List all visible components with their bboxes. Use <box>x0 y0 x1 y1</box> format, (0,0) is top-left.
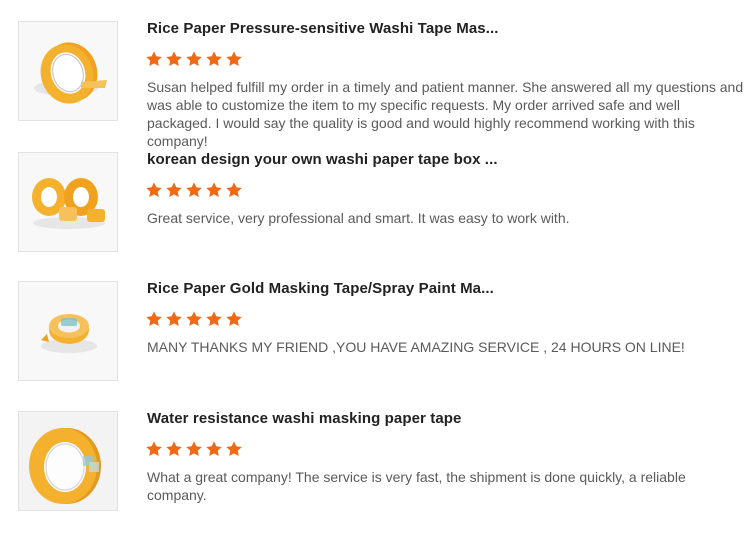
star-icon <box>146 441 162 457</box>
star-icon <box>226 441 242 457</box>
star-rating <box>145 50 243 70</box>
tape-roll-image <box>19 22 117 120</box>
star-rating <box>145 181 243 201</box>
product-title[interactable]: Rice Paper Gold Masking Tape/Spray Paint… <box>147 280 494 297</box>
star-icon <box>226 51 242 67</box>
review-comment: MANY THANKS MY FRIEND ,YOU HAVE AMAZING … <box>147 339 685 355</box>
star-icon <box>166 51 182 67</box>
star-icon <box>166 311 182 327</box>
star-icon <box>226 311 242 327</box>
product-title[interactable]: korean design your own washi paper tape … <box>147 151 498 168</box>
product-thumbnail[interactable] <box>18 21 118 121</box>
star-icon <box>186 182 202 198</box>
tape-roll-image <box>19 282 117 380</box>
product-thumbnail[interactable] <box>18 281 118 381</box>
tape-rolls-image <box>19 153 117 251</box>
tape-roll-image <box>19 412 117 510</box>
review-comment: What a great company! The service is ver… <box>147 469 686 503</box>
star-icon <box>146 51 162 67</box>
star-icon <box>206 182 222 198</box>
star-icon <box>226 182 242 198</box>
star-icon <box>146 182 162 198</box>
review-comment: Great service, very professional and sma… <box>147 210 570 226</box>
star-icon <box>186 51 202 67</box>
star-icon <box>166 182 182 198</box>
star-icon <box>146 311 162 327</box>
star-rating <box>145 440 243 460</box>
product-thumbnail[interactable] <box>18 411 118 511</box>
star-icon <box>206 311 222 327</box>
star-icon <box>186 441 202 457</box>
product-title[interactable]: Rice Paper Pressure-sensitive Washi Tape… <box>147 20 499 37</box>
product-title[interactable]: Water resistance washi masking paper tap… <box>147 410 462 427</box>
star-icon <box>166 441 182 457</box>
review-comment: Susan helped fulfill my order in a timel… <box>147 79 744 149</box>
star-icon <box>186 311 202 327</box>
star-rating <box>145 310 243 330</box>
product-thumbnail[interactable] <box>18 152 118 252</box>
star-icon <box>206 441 222 457</box>
star-icon <box>206 51 222 67</box>
